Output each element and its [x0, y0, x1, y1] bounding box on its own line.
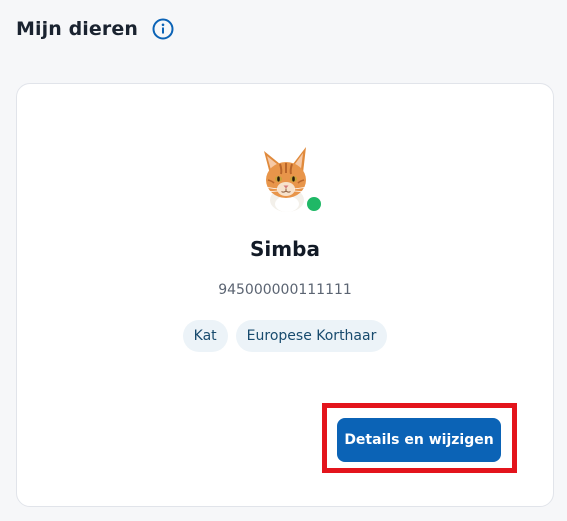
pet-tags: Kat Europese Korthaar	[17, 320, 553, 352]
page-title: Mijn dieren	[16, 18, 138, 40]
page: Mijn dieren Simba 945000000111111 Kat Eu…	[0, 0, 567, 521]
online-status-dot	[305, 195, 323, 213]
info-icon[interactable]	[152, 18, 174, 40]
tag-breed: Europese Korthaar	[235, 320, 388, 352]
tag-species: Kat	[182, 320, 228, 352]
details-edit-button[interactable]: Details en wijzigen	[337, 418, 501, 462]
chip-number: 945000000111111	[218, 282, 352, 298]
avatar-wrapper	[250, 140, 323, 213]
pet-name: Simba	[250, 237, 320, 261]
pet-card: Simba 945000000111111 Kat Europese Korth…	[16, 83, 554, 507]
page-header: Mijn dieren	[16, 18, 174, 40]
